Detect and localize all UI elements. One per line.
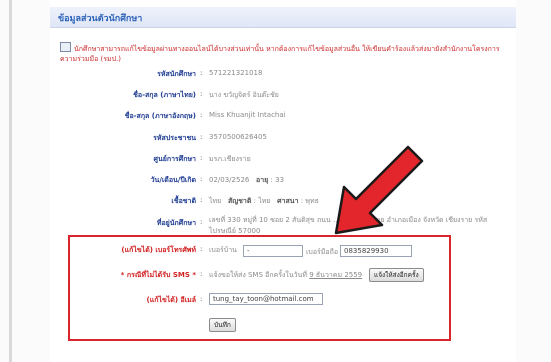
row-name-en: ชื่อ-สกุล (ภาษาอังกฤษ) : Miss Khuanjit I… <box>124 111 286 120</box>
home-phone-input[interactable] <box>243 245 303 257</box>
row-center: ศูนย์การศึกษา : มรภ.เชียงราย <box>153 154 251 163</box>
name-th-value: นาง ขวัญจิตร์ อินต๊ะชัย <box>209 91 279 99</box>
save-button[interactable]: บันทึก <box>209 318 236 332</box>
section-title: ข้อมูลส่วนตัวนักศึกษา <box>58 14 143 24</box>
address-label: ที่อยู่นักศึกษา <box>156 219 196 227</box>
race-value: ไทย สัญชาติ : ไทย ศาสนา : พุทธ <box>209 197 319 205</box>
email-label: (แก้ไขได้) อีเมล์ <box>146 296 196 304</box>
name-en-label: ชื่อ-สกุล (ภาษาอังกฤษ) <box>124 112 196 120</box>
row-name-th: ชื่อ-สกุล (ภาษาไทย) : นาง ขวัญจิตร์ อินต… <box>133 90 279 99</box>
citizen-id-label: รหัสประชาชน <box>153 134 196 142</box>
row-race: เชื้อชาติ : ไทย สัญชาติ : ไทย ศาสนา : พุ… <box>171 196 319 205</box>
row-student-id: รหัสนักศึกษา : 571221321018 <box>157 69 263 78</box>
mobile-label: เบอร์มือถือ <box>306 248 339 256</box>
mobile-input[interactable] <box>340 245 412 257</box>
name-th-label: ชื่อ-สกุล (ภาษาไทย) <box>133 91 196 99</box>
race-label: เชื้อชาติ <box>171 197 196 205</box>
page-background: ข้อมูลส่วนตัวนักศึกษา นักศึกษาสามารถแก้ไ… <box>0 0 551 362</box>
student-id-value: 571221321018 <box>209 69 263 77</box>
center-label: ศูนย์การศึกษา <box>153 155 197 163</box>
citizen-id-value: 3570500626405 <box>209 133 267 141</box>
sms-note: แจ้งขอให้ส่ง SMS อีกครั้งในวันที่ 9 ธันว… <box>209 271 363 279</box>
row-birth: วัน/เดือน/ปีเกิด : 02/03/2526 อายุ : 33 <box>150 175 285 184</box>
sms-label: * กรณีที่ไม่ได้รับ SMS * <box>120 271 196 279</box>
row-citizen-id: รหัสประชาชน : 3570500626405 <box>153 133 267 142</box>
row-sms: * กรณีที่ไม่ได้รับ SMS * : แจ้งขอให้ส่ง … <box>120 270 363 279</box>
resend-sms-button[interactable]: แจ้งให้ส่งอีกครั้ง <box>369 268 424 282</box>
home-phone-label: เบอร์บ้าน <box>209 246 237 254</box>
notice-text: นักศึกษาสามารถแก้ไขข้อมูลผ่านทางออนไลน์ไ… <box>60 42 506 64</box>
email-input[interactable] <box>209 293 323 305</box>
student-id-label: รหัสนักศึกษา <box>157 70 196 78</box>
sms-date: 9 ธันวาคม 2559 <box>309 271 363 279</box>
phone-label: (แก้ไขได้) เบอร์โทรศัพท์ <box>121 246 196 254</box>
name-en-value: Miss Khuanjit Intachai <box>209 111 286 119</box>
left-divider <box>9 0 12 362</box>
center-value: มรภ.เชียงราย <box>209 155 251 163</box>
section-header: ข้อมูลส่วนตัวนักศึกษา <box>50 7 516 28</box>
note-icon <box>60 42 71 52</box>
red-arrow-icon <box>334 145 424 235</box>
birth-label: วัน/เดือน/ปีเกิด <box>150 176 196 184</box>
birth-value: 02/03/2526 อายุ : 33 <box>209 176 285 184</box>
